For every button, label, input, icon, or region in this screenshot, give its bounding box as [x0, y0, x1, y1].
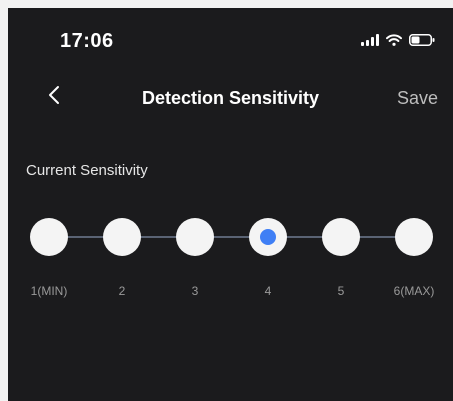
- wifi-icon: [386, 34, 402, 46]
- sensitivity-step-6[interactable]: [395, 218, 433, 256]
- page-title: Detection Sensitivity: [141, 88, 320, 108]
- signal-icon: [361, 34, 379, 46]
- sensitivity-step-5[interactable]: [322, 218, 360, 256]
- current-sensitivity-label: Current Sensitivity: [26, 162, 148, 179]
- sensitivity-step-label-3: 3: [191, 284, 199, 298]
- status-icons: [361, 34, 435, 46]
- sensitivity-step-label-1: 1(MIN): [30, 284, 68, 298]
- status-bar: 17:06: [8, 8, 453, 68]
- selected-dot: [260, 229, 276, 245]
- sensitivity-step-label-6: 6(MAX): [393, 284, 435, 298]
- sensitivity-step-2[interactable]: [103, 218, 141, 256]
- app-screen: 17:06 Detection Sensitivity Save Current…: [8, 8, 453, 401]
- battery-icon: [409, 34, 435, 46]
- sensitivity-step-label-2: 2: [118, 284, 126, 298]
- navigation-bar: Detection Sensitivity Save: [8, 70, 453, 120]
- save-button[interactable]: Save: [397, 88, 438, 109]
- sensitivity-step-4[interactable]: [249, 218, 287, 256]
- sensitivity-step-3[interactable]: [176, 218, 214, 256]
- status-time: 17:06: [60, 30, 114, 52]
- sensitivity-step-label-5: 5: [337, 284, 345, 298]
- sensitivity-step-1[interactable]: [30, 218, 68, 256]
- sensitivity-step-label-4: 4: [264, 284, 272, 298]
